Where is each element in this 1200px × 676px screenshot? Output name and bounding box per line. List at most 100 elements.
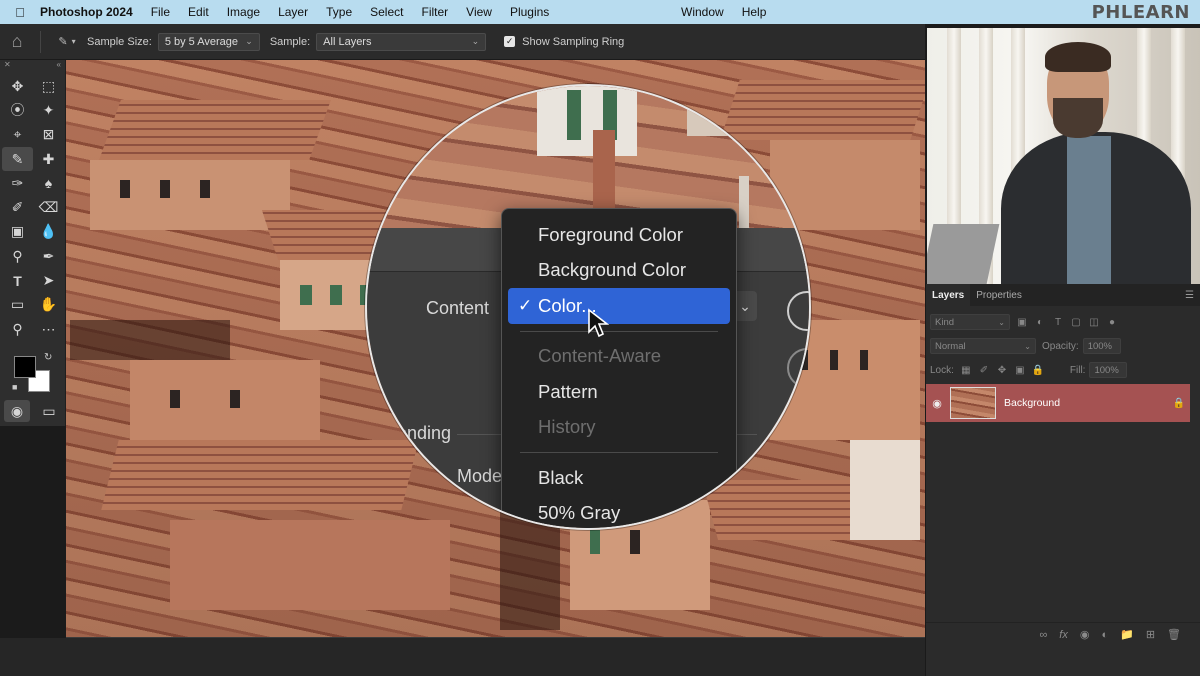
- brush-tool-icon[interactable]: ✑: [2, 171, 33, 195]
- collapse-icon[interactable]: «: [57, 60, 61, 72]
- zoom-magnifier: Content ⌄ ending Mode Foreground Color B…: [365, 84, 811, 530]
- lock-transparent-icon[interactable]: ▦: [960, 364, 972, 376]
- opacity-label: Opacity:: [1042, 340, 1079, 352]
- mode-label: Mode: [457, 466, 503, 486]
- chevron-down-icon: ⌄: [245, 36, 253, 46]
- blur-tool-icon[interactable]: 💧: [33, 220, 64, 244]
- fill-label: Fill:: [1069, 364, 1086, 376]
- show-sampling-ring-checkbox[interactable]: ✓: [504, 36, 516, 47]
- fill-input[interactable]: 100%: [1089, 362, 1128, 378]
- layer-thumbnail: [950, 387, 996, 419]
- default-colors-icon[interactable]: ■: [12, 382, 17, 392]
- path-selection-tool-icon[interactable]: ➤: [33, 268, 64, 292]
- checkmark-icon: ✓: [518, 295, 533, 315]
- home-icon[interactable]: ⌂: [0, 31, 34, 52]
- app-menu[interactable]: Photoshop 2024: [40, 5, 142, 19]
- eyedropper-tool-icon[interactable]: ✎: [2, 146, 33, 172]
- apple-icon[interactable]: : [0, 5, 40, 20]
- new-group-icon[interactable]: 📁: [1120, 628, 1134, 641]
- new-layer-icon[interactable]: ⊞: [1146, 628, 1155, 641]
- menu-edit[interactable]: Edit: [179, 5, 218, 19]
- panel-menu-icon[interactable]: ☰: [1185, 290, 1194, 301]
- show-sampling-ring-label: Show Sampling Ring: [522, 35, 625, 48]
- magic-wand-tool-icon[interactable]: ✦: [33, 98, 64, 122]
- link-layers-icon[interactable]: ∞: [1039, 629, 1047, 641]
- swap-colors-icon[interactable]: ↻: [44, 352, 52, 363]
- menu-item-label: Foreground Color: [538, 223, 683, 245]
- tool-preset-picker[interactable]: ✎ ▾: [47, 35, 87, 48]
- menu-item-background-color[interactable]: Background Color: [502, 253, 736, 289]
- menu-help[interactable]: Help: [733, 5, 776, 19]
- menu-image[interactable]: Image: [218, 5, 269, 19]
- layer-name: Background: [1004, 397, 1061, 409]
- fx-icon[interactable]: fx: [1059, 629, 1068, 641]
- menu-item-label: Content-Aware: [538, 345, 662, 367]
- eraser-tool-icon[interactable]: ⌫: [33, 195, 64, 219]
- screen-mode-icon[interactable]: ▭: [36, 400, 62, 422]
- history-brush-tool-icon[interactable]: ✐: [2, 195, 33, 219]
- lock-position-icon[interactable]: ✥: [996, 364, 1008, 376]
- opacity-input[interactable]: 100%: [1082, 338, 1121, 354]
- sample-select[interactable]: All Layers ⌄: [316, 32, 487, 51]
- chevron-down-icon: ▾: [71, 37, 76, 46]
- filter-pixel-icon[interactable]: ▣: [1016, 316, 1028, 328]
- filter-adjustment-icon[interactable]: ◐: [1034, 316, 1046, 328]
- healing-brush-tool-icon[interactable]: ✚: [33, 147, 64, 171]
- menu-item-label: Black: [538, 466, 584, 488]
- eye-icon[interactable]: ◉: [926, 397, 948, 410]
- menu-filter[interactable]: Filter: [412, 5, 457, 19]
- layer-row-background[interactable]: ◉ Background 🔒: [926, 384, 1190, 422]
- menu-item-pattern[interactable]: Pattern: [502, 374, 736, 410]
- menu-window[interactable]: Window: [672, 5, 733, 19]
- gradient-tool-icon[interactable]: ▣: [2, 220, 33, 244]
- menu-item-history: History: [502, 410, 736, 446]
- blend-mode-value: Normal: [935, 340, 966, 352]
- lock-icon: 🔒: [1172, 397, 1186, 409]
- frame-tool-icon[interactable]: ⊠: [33, 123, 64, 147]
- lock-all-icon[interactable]: 🔒: [1032, 364, 1044, 376]
- adjustment-layer-icon[interactable]: ◐: [1101, 629, 1108, 641]
- marquee-tool-icon[interactable]: ⬚: [33, 74, 64, 98]
- dodge-tool-icon[interactable]: ⚲: [2, 244, 33, 268]
- tab-properties[interactable]: Properties: [970, 284, 1028, 306]
- menu-item-50-gray[interactable]: 50% Gray: [502, 496, 736, 529]
- filter-toggle-icon[interactable]: ●: [1106, 316, 1118, 328]
- move-tool-icon[interactable]: ✥: [2, 74, 33, 98]
- close-icon[interactable]: ✕: [4, 60, 11, 72]
- lasso-tool-icon[interactable]: ⦿: [2, 98, 33, 122]
- blend-mode-select[interactable]: Normal ⌄: [930, 338, 1036, 354]
- menu-select[interactable]: Select: [361, 5, 412, 19]
- crop-tool-icon[interactable]: ⌖: [2, 123, 33, 147]
- chevron-down-icon: ⌄: [471, 36, 480, 46]
- tab-layers[interactable]: Layers: [926, 284, 971, 306]
- ok-button-ring[interactable]: [787, 291, 809, 331]
- zoom-tool-icon[interactable]: ⚲: [2, 317, 33, 341]
- rectangle-tool-icon[interactable]: ▭: [2, 293, 33, 317]
- lock-image-icon[interactable]: ✐: [978, 364, 990, 376]
- filter-smart-object-icon[interactable]: ◫: [1088, 316, 1100, 328]
- content-dropdown-menu: Foreground Color Background Color ✓ Color…: [501, 208, 737, 529]
- sample-size-select[interactable]: 5 by 5 Average ⌄: [157, 32, 260, 51]
- clone-stamp-tool-icon[interactable]: ♠: [33, 171, 64, 195]
- foreground-color-swatch[interactable]: [14, 356, 36, 378]
- filter-type-icon[interactable]: T: [1052, 316, 1064, 328]
- menu-layer[interactable]: Layer: [269, 5, 317, 19]
- menu-item-foreground-color[interactable]: Foreground Color: [502, 217, 736, 253]
- type-tool-icon[interactable]: T: [2, 268, 33, 292]
- filter-shape-icon[interactable]: ▢: [1070, 316, 1082, 328]
- hand-tool-icon[interactable]: ✋: [33, 293, 64, 317]
- menu-item-color[interactable]: ✓ Color...: [508, 288, 730, 324]
- layer-filter-select[interactable]: Kind ⌄: [930, 314, 1010, 330]
- quick-mask-icon[interactable]: ◉: [4, 400, 30, 422]
- more-tools-icon[interactable]: ⋯: [33, 317, 64, 341]
- cancel-button-ring[interactable]: [787, 348, 809, 388]
- menu-item-black[interactable]: Black: [502, 460, 736, 496]
- menu-plugins[interactable]: Plugins: [501, 5, 558, 19]
- menu-file[interactable]: File: [142, 5, 179, 19]
- add-mask-icon[interactable]: ◉: [1080, 628, 1090, 641]
- menu-type[interactable]: Type: [317, 5, 361, 19]
- delete-layer-icon[interactable]: 🗑: [1167, 628, 1181, 641]
- pen-tool-icon[interactable]: ✒: [33, 244, 64, 268]
- lock-artboard-icon[interactable]: ▣: [1014, 364, 1026, 376]
- menu-view[interactable]: View: [457, 5, 501, 19]
